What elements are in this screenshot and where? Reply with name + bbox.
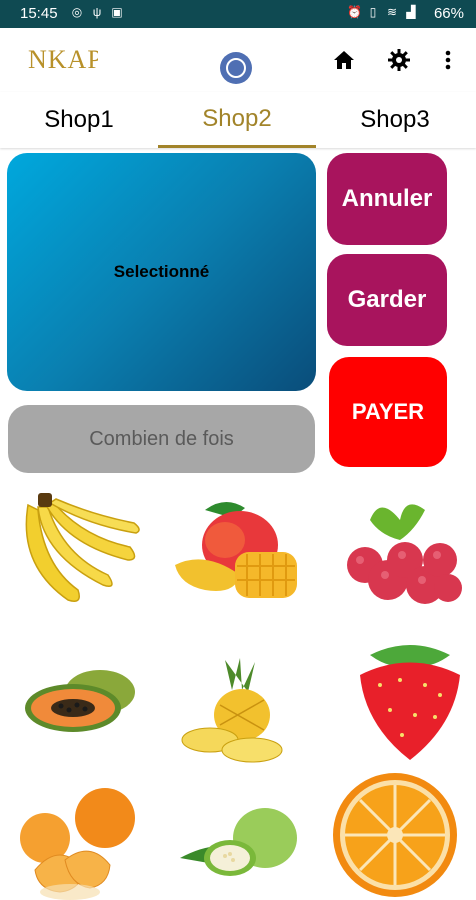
papaya-icon [25, 670, 135, 732]
download-icon: ▣ [111, 5, 123, 19]
pay-button[interactable]: PAYER [329, 357, 447, 467]
more-options-button[interactable] [434, 46, 462, 74]
tangerine-icon [20, 788, 135, 900]
fruit-strawberry[interactable] [340, 635, 476, 765]
app-logo: NKAP [28, 42, 102, 83]
whatsapp-button[interactable] [220, 52, 252, 84]
fruit-tangerine[interactable] [10, 780, 150, 900]
orange-icon [333, 773, 457, 897]
fruit-mango[interactable] [165, 490, 305, 620]
more-vert-icon [445, 50, 451, 70]
fruit-pineapple[interactable] [170, 650, 310, 780]
tab-shop1[interactable]: Shop1 [0, 92, 158, 148]
usb-icon: ψ [92, 5, 102, 19]
keep-button[interactable]: Garder [327, 254, 447, 346]
selected-label: Selectionné [113, 262, 210, 281]
fruit-papaya[interactable] [15, 650, 155, 780]
quantity-input[interactable] [8, 405, 315, 473]
status-right-icons: ⏰ ▯ ≋ ▟ [347, 5, 418, 19]
status-time: 15:45 [20, 5, 58, 22]
settings-button[interactable] [385, 46, 413, 74]
guava-icon [180, 808, 297, 876]
mango-icon [175, 501, 297, 598]
pineapple-icon [181, 658, 283, 763]
whatsapp-notif-icon: ◎ [71, 5, 83, 19]
home-icon [334, 51, 354, 69]
fruit-raspberry[interactable] [330, 490, 470, 620]
tab-shop3[interactable]: Shop3 [316, 92, 474, 148]
cancel-button[interactable]: Annuler [327, 153, 447, 245]
vibrate-icon: ▯ [369, 5, 377, 19]
tab-shop2[interactable]: Shop2 [158, 92, 316, 148]
nkap-logo-icon: NKAP [28, 45, 102, 74]
home-button[interactable] [330, 46, 358, 74]
banana-icon [25, 493, 140, 602]
whatsapp-icon [226, 58, 246, 78]
fruit-guava[interactable] [170, 790, 310, 900]
status-bar: 15:45 ◎ ψ ▣ ⏰ ▯ ≋ ▟ 66% [0, 0, 476, 28]
fruit-orange[interactable] [330, 770, 470, 900]
status-left-icons: ◎ ψ ▣ [70, 5, 124, 19]
alarm-icon: ⏰ [347, 5, 362, 19]
fruit-banana[interactable] [8, 485, 148, 615]
app-bar: NKAP [0, 28, 476, 92]
signal-icon: ▟ [406, 5, 416, 19]
gear-icon [388, 49, 410, 71]
shop-tabs: Shop1 Shop2 Shop3 [0, 92, 476, 148]
wifi-icon: ≋ [386, 5, 398, 19]
battery-level: 66% [433, 5, 464, 22]
raspberry-icon [347, 504, 462, 604]
svg-text:NKAP: NKAP [28, 45, 98, 74]
strawberry-icon [360, 645, 460, 760]
selected-items-panel[interactable]: Selectionné [7, 153, 316, 391]
